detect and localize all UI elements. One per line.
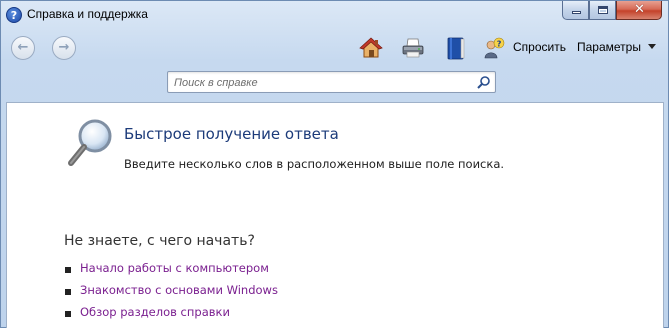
list-item: Обзор разделов справки [64, 305, 278, 327]
search-icon[interactable] [476, 75, 491, 90]
minimize-button[interactable] [562, 1, 589, 20]
svg-text:?: ? [497, 40, 502, 49]
link-getting-started[interactable]: Начало работы с компьютером [80, 261, 269, 275]
link-windows-basics[interactable]: Знакомство с основами Windows [80, 283, 278, 297]
quick-answer-title: Быстрое получение ответа [124, 125, 339, 143]
title-bar[interactable]: ? Справка и поддержка ✕ [1, 1, 668, 29]
quick-answer-description: Введите несколько слов в расположенном в… [124, 157, 505, 171]
browse-help-icon[interactable] [444, 36, 468, 60]
back-button[interactable]: ← [11, 36, 35, 60]
window-title: Справка и поддержка [27, 7, 148, 21]
ask-button[interactable]: Спросить [513, 40, 566, 54]
print-icon[interactable] [401, 36, 425, 60]
bullet-icon [65, 289, 71, 295]
forward-button[interactable]: → [52, 36, 76, 60]
help-app-icon: ? [6, 7, 22, 23]
minimize-icon [572, 11, 581, 14]
help-window: ? Справка и поддержка ✕ ← → ? Спросить П… [0, 0, 669, 328]
ask-icon[interactable]: ? [482, 36, 506, 60]
bullet-icon [65, 267, 71, 273]
options-menu-button[interactable]: Параметры [577, 40, 641, 54]
home-icon[interactable] [359, 36, 383, 60]
close-icon: ✕ [634, 2, 645, 17]
help-content: Быстрое получение ответа Введите несколь… [6, 102, 664, 328]
search-box[interactable] [167, 71, 496, 93]
maximize-icon [598, 6, 608, 14]
bullet-icon [65, 311, 71, 317]
list-item: Начало работы с компьютером [64, 261, 278, 283]
getting-started-links: Начало работы с компьютером Знакомство с… [64, 261, 278, 327]
maximize-button[interactable] [589, 1, 616, 20]
list-item: Знакомство с основами Windows [64, 283, 278, 305]
chevron-down-icon[interactable] [648, 44, 656, 49]
link-browse-help[interactable]: Обзор разделов справки [80, 305, 230, 319]
getting-started-heading: Не знаете, с чего начать? [64, 233, 255, 249]
search-input[interactable] [174, 76, 464, 90]
magnifier-icon [65, 117, 115, 169]
caption-buttons: ✕ [562, 1, 662, 20]
close-button[interactable]: ✕ [616, 1, 662, 20]
